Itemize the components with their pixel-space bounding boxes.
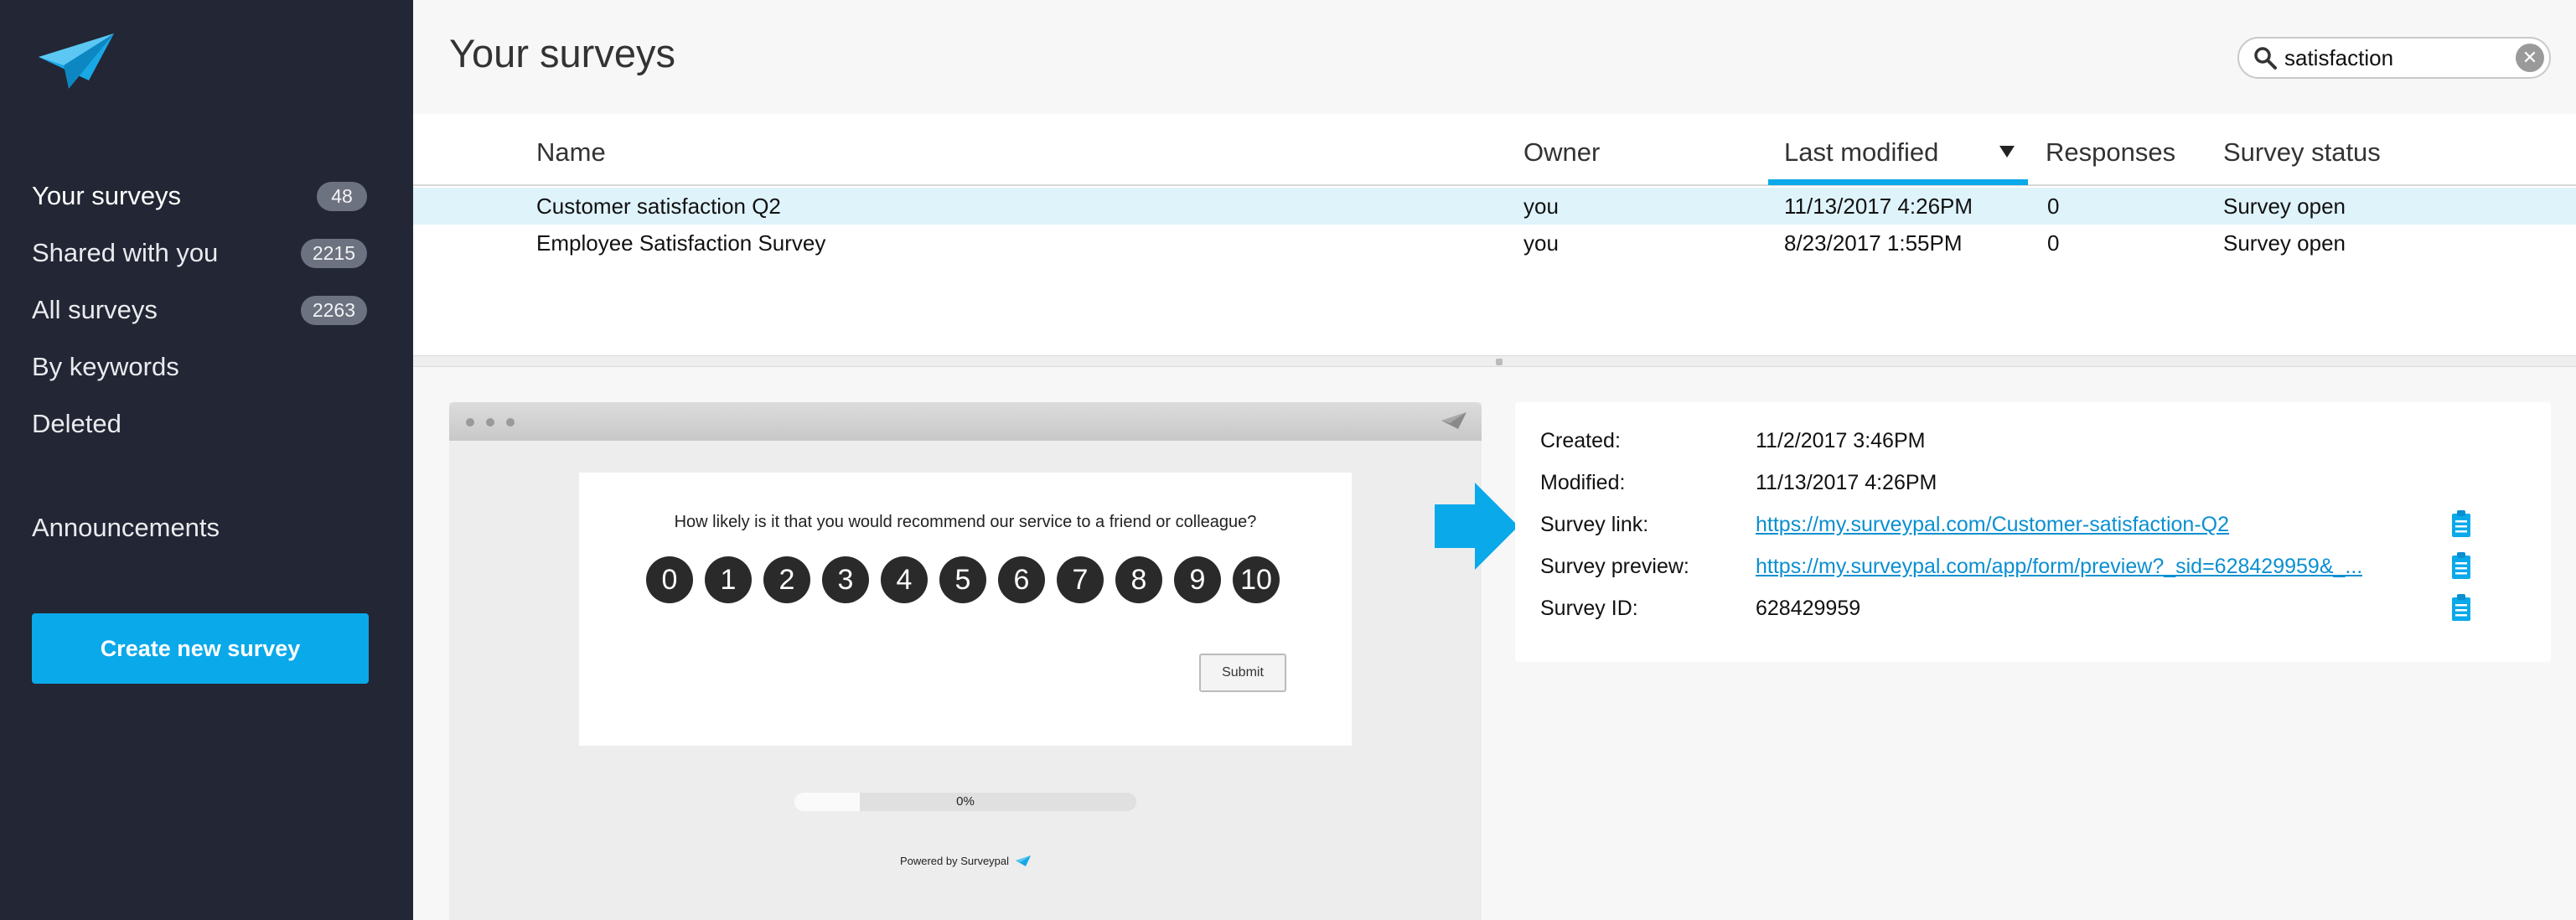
column-header-last-modified[interactable]: Last modified <box>1784 137 1938 168</box>
scale-option-8[interactable]: 8 <box>1115 556 1162 603</box>
clear-icon[interactable]: ✕ <box>2516 44 2544 72</box>
detail-modified: Modified: 11/13/2017 4:26PM <box>1540 471 2537 504</box>
sidebar-item-deleted[interactable]: Deleted <box>32 395 367 452</box>
survey-status: Survey open <box>2223 230 2346 256</box>
column-header-responses[interactable]: Responses <box>2046 137 2175 168</box>
powered-by: Powered by Surveypal <box>449 855 1482 867</box>
scale-option-0[interactable]: 0 <box>646 556 693 603</box>
detail-label: Modified: <box>1540 471 1626 494</box>
survey-table: Name Owner Last modified Responses Surve… <box>413 114 2576 355</box>
survey-responses: 0 <box>2047 194 2060 219</box>
survey-responses: 0 <box>2047 230 2060 256</box>
preview-window-bar <box>449 402 1482 441</box>
question-text: How likely is it that you would recommen… <box>674 513 1257 531</box>
sidebar-item-label: All surveys <box>32 295 158 324</box>
sidebar-item-your-surveys[interactable]: Your surveys 48 <box>32 168 367 225</box>
clipboard-icon[interactable] <box>2450 509 2472 538</box>
sidebar-item-shared-with-you[interactable]: Shared with you 2215 <box>32 225 367 282</box>
count-badge: 2215 <box>300 238 367 268</box>
powered-by-text: Powered by Surveypal <box>899 855 1010 867</box>
submit-button[interactable]: Submit <box>1199 654 1286 692</box>
survey-name: Customer satisfaction Q2 <box>536 194 781 219</box>
scale-option-9[interactable]: 9 <box>1174 556 1221 603</box>
sidebar-nav: Your surveys 48 Shared with you 2215 All… <box>32 168 367 452</box>
sidebar-item-by-keywords[interactable]: By keywords <box>32 339 367 395</box>
scale-option-3[interactable]: 3 <box>822 556 869 603</box>
survey-owner: you <box>1523 230 1559 256</box>
detail-label: Survey link: <box>1540 513 1649 536</box>
page-title: Your surveys <box>449 31 675 75</box>
resize-grip-icon <box>1496 359 1503 365</box>
detail-label: Created: <box>1540 429 1621 452</box>
survey-preview: How likely is it that you would recommen… <box>449 402 1482 920</box>
sort-descending-icon[interactable] <box>1999 146 2015 158</box>
survey-link[interactable]: https://my.surveypal.com/Customer-satisf… <box>1756 513 2229 537</box>
search-input[interactable] <box>2284 44 2511 71</box>
survey-preview-link[interactable]: https://my.surveypal.com/app/form/previe… <box>1756 555 2362 579</box>
sidebar-item-label: Deleted <box>32 409 122 438</box>
sidebar: Your surveys 48 Shared with you 2215 All… <box>0 0 413 920</box>
sidebar-item-label: By keywords <box>32 352 179 381</box>
column-header-survey-status[interactable]: Survey status <box>2223 137 2381 168</box>
survey-modified: 8/23/2017 1:55PM <box>1784 230 1963 256</box>
arrow-right-icon <box>1435 483 1518 570</box>
count-badge: 2263 <box>300 295 367 325</box>
column-header-owner[interactable]: Owner <box>1523 137 1600 168</box>
scale-option-2[interactable]: 2 <box>763 556 810 603</box>
sidebar-item-announcements[interactable]: Announcements <box>32 513 220 543</box>
sidebar-item-label: Shared with you <box>32 238 219 267</box>
scale-option-10[interactable]: 10 <box>1233 556 1280 603</box>
scale-option-6[interactable]: 6 <box>998 556 1045 603</box>
create-new-survey-button[interactable]: Create new survey <box>32 613 369 684</box>
survey-status: Survey open <box>2223 194 2346 219</box>
table-row[interactable]: Customer satisfaction Q2 you 11/13/2017 … <box>413 188 2576 225</box>
detail-value: 11/13/2017 4:26PM <box>1756 471 1937 494</box>
progress-bar: 0% <box>794 793 1136 811</box>
scale-option-1[interactable]: 1 <box>705 556 752 603</box>
detail-survey-link: Survey link: https://my.surveypal.com/Cu… <box>1540 510 2537 546</box>
detail-label: Survey preview: <box>1540 555 1689 578</box>
search-box: ✕ <box>2237 37 2551 79</box>
question-card: How likely is it that you would recommen… <box>579 473 1352 746</box>
detail-value: 11/2/2017 3:46PM <box>1756 429 1926 452</box>
sidebar-item-label: Your surveys <box>32 181 182 210</box>
detail-survey-id: Survey ID: 628429959 <box>1540 594 2537 630</box>
panel-resize-handle[interactable] <box>413 355 2576 367</box>
scale-option-5[interactable]: 5 <box>939 556 986 603</box>
detail-value: 628429959 <box>1756 597 1861 620</box>
scale-option-4[interactable]: 4 <box>881 556 928 603</box>
search-icon <box>2254 47 2277 70</box>
survey-details: Created: 11/2/2017 3:46PM Modified: 11/1… <box>1515 402 2551 662</box>
sort-indicator <box>1768 179 2028 185</box>
detail-survey-preview: Survey preview: https://my.surveypal.com… <box>1540 552 2537 588</box>
survey-owner: you <box>1523 194 1559 219</box>
progress-label: 0% <box>956 794 975 809</box>
table-row[interactable]: Employee Satisfaction Survey you 8/23/20… <box>413 225 2576 261</box>
detail-label: Survey ID: <box>1540 597 1638 620</box>
column-header-name[interactable]: Name <box>536 137 606 168</box>
survey-name: Employee Satisfaction Survey <box>536 230 826 256</box>
clipboard-icon[interactable] <box>2450 551 2472 580</box>
table-header: Name Owner Last modified Responses Surve… <box>413 114 2576 186</box>
paper-plane-icon <box>1441 412 1466 429</box>
paper-plane-icon <box>1016 855 1032 866</box>
scale-option-7[interactable]: 7 <box>1057 556 1104 603</box>
window-dot-icon <box>486 418 494 426</box>
clipboard-icon[interactable] <box>2450 593 2472 622</box>
count-badge: 48 <box>317 181 367 211</box>
window-dot-icon <box>466 418 474 426</box>
paper-plane-logo-icon[interactable] <box>39 34 114 89</box>
detail-created: Created: 11/2/2017 3:46PM <box>1540 429 2537 463</box>
survey-modified: 11/13/2017 4:26PM <box>1784 194 1973 219</box>
sidebar-item-all-surveys[interactable]: All surveys 2263 <box>32 282 367 339</box>
nps-scale: 0 1 2 3 4 5 6 7 8 9 10 <box>646 556 1280 603</box>
window-dot-icon <box>506 418 515 426</box>
